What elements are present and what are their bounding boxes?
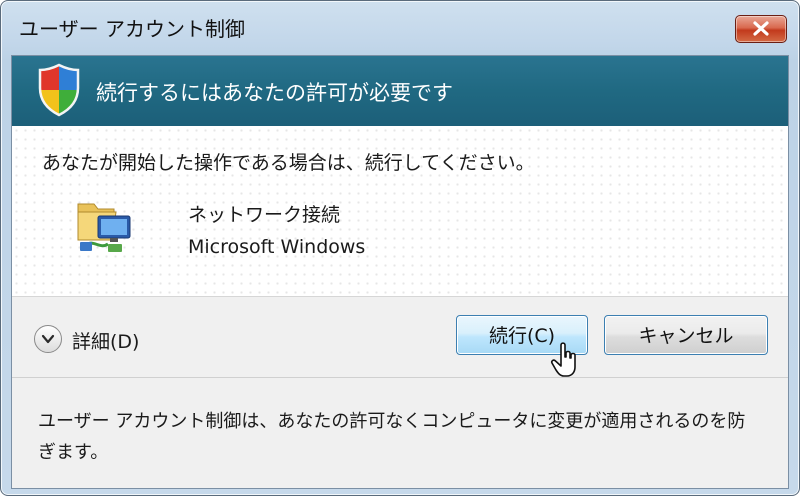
- footer-description: ユーザー アカウント制御は、あなたの許可なくコンピュータに変更が適用されるのを防…: [38, 411, 746, 463]
- action-bar: 詳細(D) 続行(C) キャンセル: [12, 297, 788, 378]
- header-banner: 続行するにはあなたの許可が必要です: [12, 56, 788, 126]
- mouse-cursor-icon: [550, 342, 576, 377]
- program-name: ネットワーク接続: [188, 204, 341, 226]
- cancel-button[interactable]: キャンセル: [604, 315, 768, 355]
- content-area: あなたが開始した操作である場合は、続行してください。 ネットワーク接続 Micr…: [12, 126, 788, 297]
- window-title: ユーザー アカウント制御: [19, 17, 245, 41]
- instruction-text: あなたが開始した操作である場合は、続行してください。: [42, 152, 535, 174]
- dialog-client-area: 続行するにはあなたの許可が必要です あなたが開始した操作である場合は、続行してく…: [11, 55, 789, 489]
- details-expander[interactable]: [34, 325, 62, 353]
- close-icon: [753, 21, 769, 36]
- title-bar[interactable]: ユーザー アカウント制御: [1, 1, 799, 53]
- uac-shield-icon: [38, 63, 80, 117]
- chevron-down-icon: [41, 334, 55, 344]
- details-label: 詳細(D): [72, 331, 140, 353]
- uac-dialog: ユーザー アカウント制御 続行するにはあなたの許可が必要です あなたが開始した操…: [0, 0, 800, 496]
- program-publisher: Microsoft Windows: [188, 236, 366, 258]
- banner-message: 続行するにはあなたの許可が必要です: [96, 81, 453, 105]
- network-connections-icon: [77, 203, 131, 252]
- footer-area: ユーザー アカウント制御は、あなたの許可なくコンピュータに変更が適用されるのを防…: [12, 378, 788, 488]
- close-button[interactable]: [735, 15, 787, 43]
